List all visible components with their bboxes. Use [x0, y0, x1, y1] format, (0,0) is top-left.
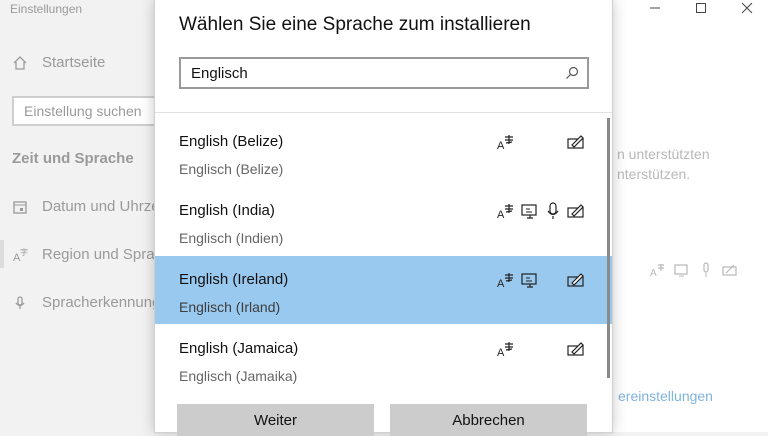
svg-text:A: A: [650, 268, 657, 278]
nav-active-indicator: [0, 240, 4, 268]
svg-text:A: A: [497, 278, 505, 289]
language-native-name: Englisch (Indien): [179, 230, 284, 246]
language-name: English (Ireland): [179, 271, 289, 288]
language-native-name: Englisch (Jamaika): [179, 368, 298, 384]
list-item[interactable]: English (India) Englisch (Indien) A: [155, 187, 612, 255]
maximize-icon: [696, 3, 706, 13]
language-pack-icon: A: [497, 202, 515, 221]
handwriting-icon: [567, 271, 585, 289]
sidebar-item-label: Datum und Uhrzeit: [42, 198, 168, 215]
language-name: English (India): [179, 202, 275, 219]
background-text: nterstützen.: [617, 166, 691, 182]
language-icon: A字: [13, 247, 28, 263]
background-feature-icons: A: [650, 262, 738, 278]
sidebar-item-date-time[interactable]: Datum und Uhrzeit: [12, 198, 167, 215]
calendar-icon: [13, 200, 27, 214]
language-picker-dialog: Wählen Sie eine Sprache zum installieren…: [155, 0, 612, 436]
home-label: Startseite: [42, 54, 106, 71]
handwriting-icon: [567, 340, 585, 358]
list-item[interactable]: English (Jamaica) Englisch (Jamaika) A: [155, 325, 612, 392]
minimize-icon: [650, 7, 660, 9]
handwriting-icon: [722, 264, 737, 276]
language-pack-icon: A: [497, 271, 515, 290]
close-icon: [741, 2, 753, 14]
speech-recognition-icon: [703, 262, 709, 277]
sidebar-item-speech[interactable]: Spracherkennung: [12, 294, 160, 311]
home-icon: [13, 55, 27, 70]
handwriting-icon: [567, 133, 585, 151]
speech-recognition-icon: [544, 202, 562, 220]
text-to-speech-icon: [674, 264, 688, 277]
minimize-button[interactable]: [632, 0, 678, 16]
home-link[interactable]: Startseite: [12, 54, 105, 71]
search-value: Englisch: [191, 65, 248, 82]
list-item[interactable]: English (Belize) Englisch (Belize) A: [155, 118, 612, 186]
language-list: English (Belize) Englisch (Belize) A Englis…: [155, 118, 612, 392]
search-icon[interactable]: [565, 66, 579, 80]
sidebar-item-region-language[interactable]: A字 Region und Sprache: [12, 246, 179, 263]
language-pack-icon: A: [497, 133, 515, 152]
related-settings-link[interactable]: ereinstellungen: [618, 388, 713, 404]
svg-text:A: A: [497, 209, 505, 220]
language-pack-icon: A: [650, 264, 664, 278]
dialog-title: Wählen Sie eine Sprache zum installieren: [179, 14, 531, 35]
cancel-button[interactable]: Abbrechen: [390, 404, 587, 436]
list-item[interactable]: English (Ireland) Englisch (Irland) A: [155, 256, 612, 324]
maximize-button[interactable]: [678, 0, 724, 16]
divider: [155, 112, 612, 113]
text-to-speech-icon: [521, 202, 539, 220]
language-name: English (Belize): [179, 133, 284, 150]
language-native-name: Englisch (Belize): [179, 161, 284, 177]
handwriting-icon: [567, 202, 585, 220]
microphone-icon: [15, 295, 25, 309]
language-search-input[interactable]: Englisch: [179, 57, 589, 89]
language-native-name: Englisch (Irland): [179, 299, 281, 315]
next-button[interactable]: Weiter: [177, 404, 374, 436]
sidebar-item-label: Spracherkennung: [42, 294, 161, 311]
text-to-speech-icon: [521, 271, 539, 289]
svg-text:A: A: [497, 347, 505, 358]
close-button[interactable]: [724, 0, 768, 16]
section-title: Zeit und Sprache: [12, 150, 134, 167]
svg-text:A: A: [497, 140, 505, 151]
svg-text:字: 字: [20, 247, 28, 257]
window-title: Einstellungen: [10, 2, 83, 16]
language-name: English (Jamaica): [179, 340, 299, 357]
settings-sidebar: Einstellungen Startseite Zeit und Sprach…: [0, 0, 179, 432]
scrollbar[interactable]: [607, 118, 610, 378]
background-text: n unterstützten: [617, 146, 710, 162]
language-pack-icon: A: [497, 340, 515, 359]
